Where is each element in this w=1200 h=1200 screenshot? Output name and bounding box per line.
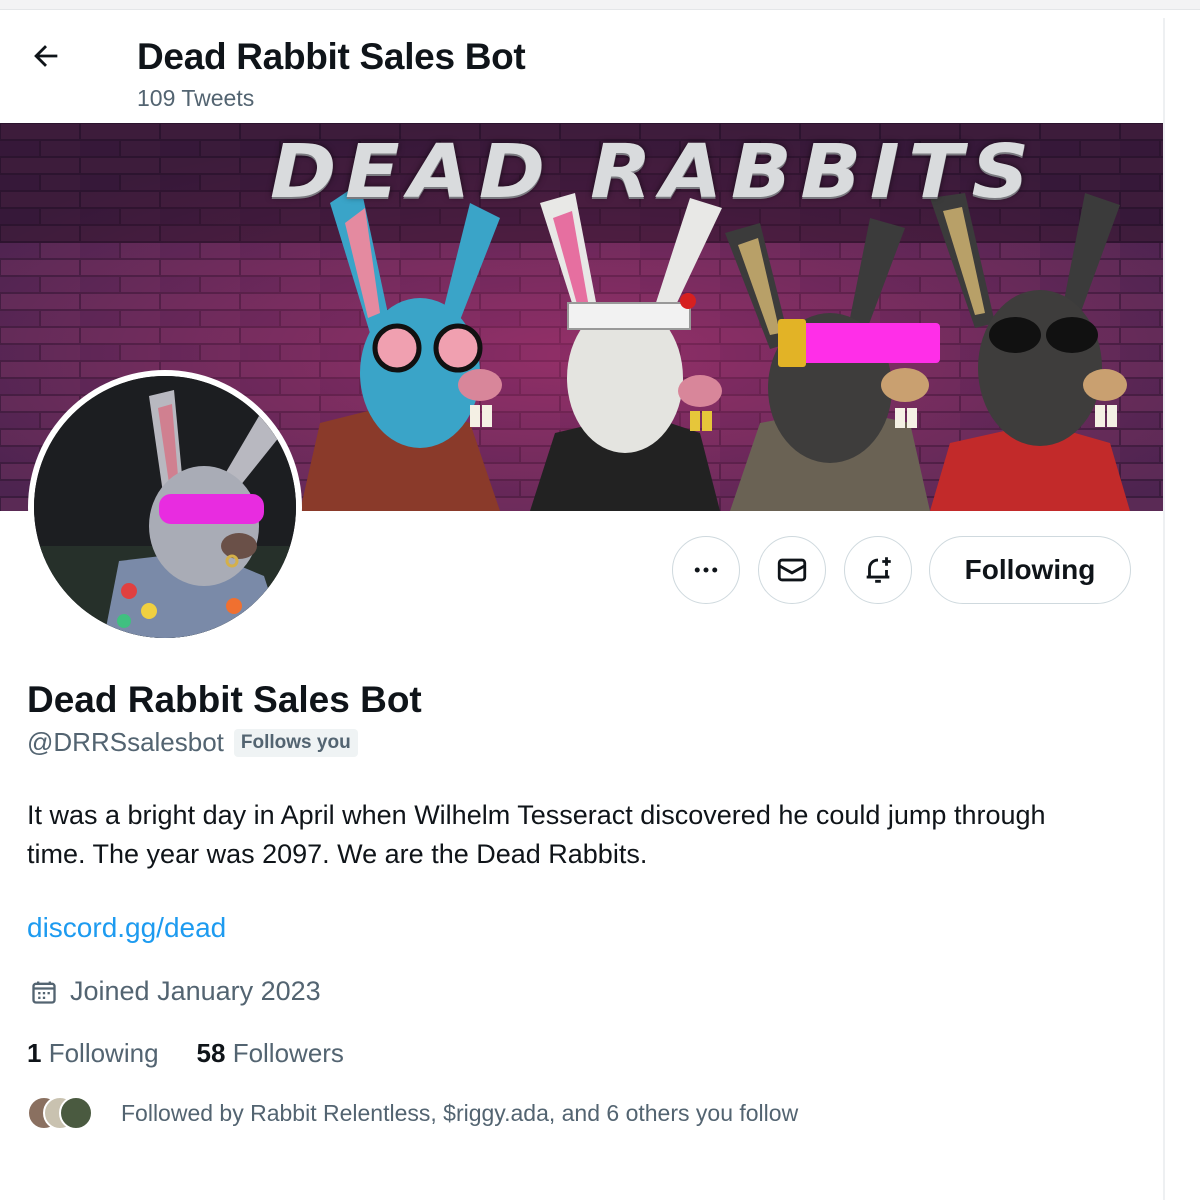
followed-by-row[interactable]: Followed by Rabbit Relentless, $riggy.ad… xyxy=(27,1096,798,1130)
calendar-icon xyxy=(32,981,56,1004)
envelope-icon xyxy=(777,558,807,582)
follows-you-badge: Follows you xyxy=(233,728,358,757)
bell-plus-icon xyxy=(866,557,891,583)
followers-count-link[interactable]: 58 Followers xyxy=(197,1038,344,1069)
more-icon xyxy=(694,567,718,573)
avatar-rabbit-art xyxy=(34,376,296,638)
profile-handle: @DRRSsalesbot xyxy=(27,727,224,757)
column-divider xyxy=(1163,18,1165,1200)
joined-date: Joined January 2023 xyxy=(70,976,321,1006)
follow-stats: 1 Following 58 Followers xyxy=(27,1038,344,1069)
profile-link[interactable]: discord.gg/dead xyxy=(27,912,226,944)
handle-row: @DRRSsalesbot Follows you xyxy=(27,727,358,758)
profile-avatar[interactable] xyxy=(28,370,302,644)
back-button[interactable] xyxy=(24,34,68,78)
browser-top-strip xyxy=(0,0,1200,10)
notifications-button[interactable] xyxy=(844,536,912,604)
more-options-button[interactable] xyxy=(672,536,740,604)
arrow-left-icon xyxy=(34,45,58,67)
followers-count: 58 xyxy=(196,1038,226,1068)
followers-label: Followers xyxy=(232,1038,344,1068)
header-title: Dead Rabbit Sales Bot xyxy=(137,36,526,77)
following-count-link[interactable]: 1 Following xyxy=(27,1038,159,1069)
profile-bio: It was a bright day in April when Wilhel… xyxy=(27,800,1046,869)
joined-row: Joined January 2023 xyxy=(30,976,321,1007)
following-button[interactable]: Following xyxy=(929,536,1131,604)
tweet-count: 109 Tweets xyxy=(137,85,255,111)
banner-title-text: DEAD RABBITS xyxy=(270,129,1038,215)
mutual-avatar xyxy=(59,1096,93,1130)
followed-by-text: Followed by Rabbit Relentless, $riggy.ad… xyxy=(121,1099,799,1126)
message-button[interactable] xyxy=(758,536,826,604)
following-count: 1 xyxy=(27,1038,42,1068)
profile-name: Dead Rabbit Sales Bot xyxy=(27,679,422,720)
followed-by-avatars xyxy=(27,1096,97,1130)
following-label: Following xyxy=(48,1038,159,1068)
